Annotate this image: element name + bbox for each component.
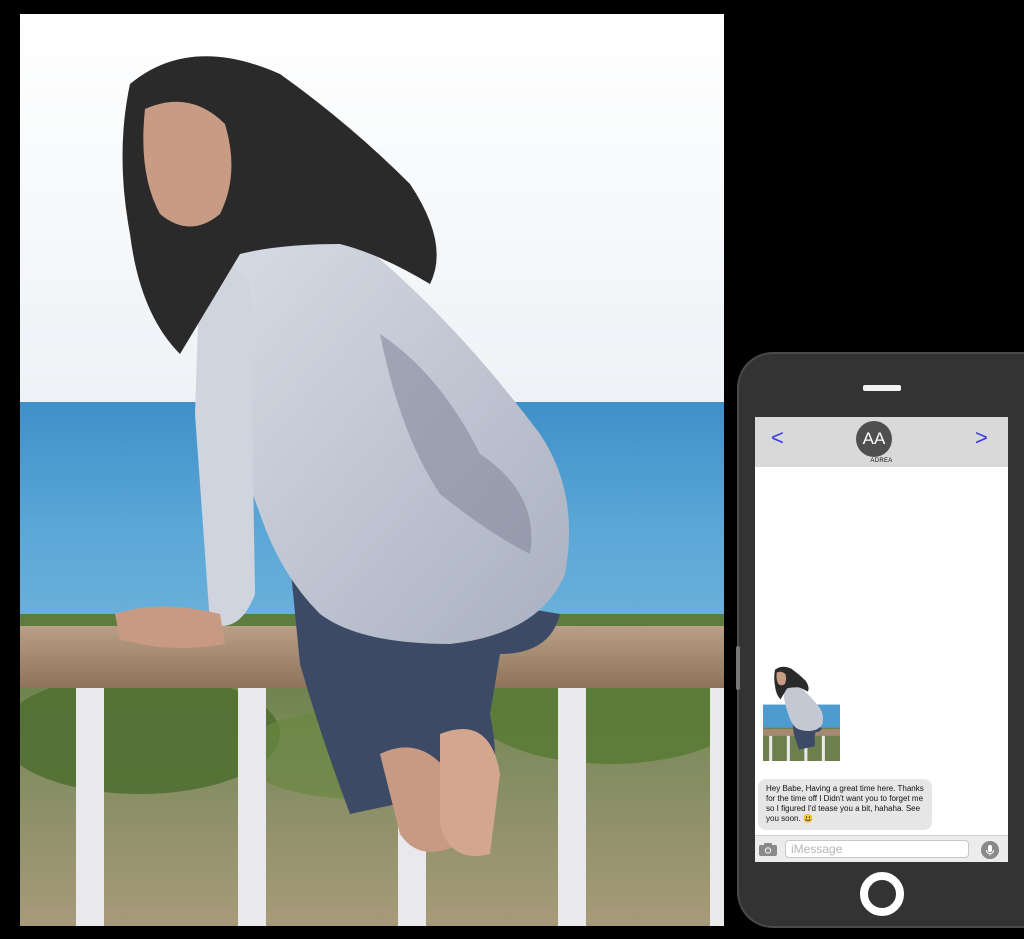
speaker-grille [863,385,901,391]
contact-name: ADREA [870,458,893,464]
imessage-input[interactable] [785,840,969,858]
message-input-bar [755,835,1008,862]
forward-arrow-button[interactable]: > [975,425,988,451]
contact-initials: AA [862,429,886,448]
phone-screen: < AA ADREA > Hey Babe, Having a great ti… [755,417,1008,862]
thumbnail-scene-illustration [763,663,840,761]
smiley-emoji: 😃 [802,814,813,823]
camera-icon[interactable] [759,843,777,856]
received-message-bubble: Hey Babe, Having a great time here. Than… [758,779,932,830]
conversation-header: < AA ADREA > [755,417,1008,467]
phone-mockup: < AA ADREA > Hey Babe, Having a great ti… [736,354,1024,926]
side-button [736,646,740,690]
photo-message-thumbnail[interactable] [763,663,840,761]
beach-scene-illustration [20,14,724,926]
main-photo [20,14,724,926]
message-text: Hey Babe, Having a great time here. Than… [766,784,924,823]
microphone-icon[interactable] [981,841,999,859]
back-arrow-button[interactable]: < [771,425,784,451]
contact-avatar[interactable]: AA [856,421,892,457]
home-button[interactable] [860,872,904,916]
